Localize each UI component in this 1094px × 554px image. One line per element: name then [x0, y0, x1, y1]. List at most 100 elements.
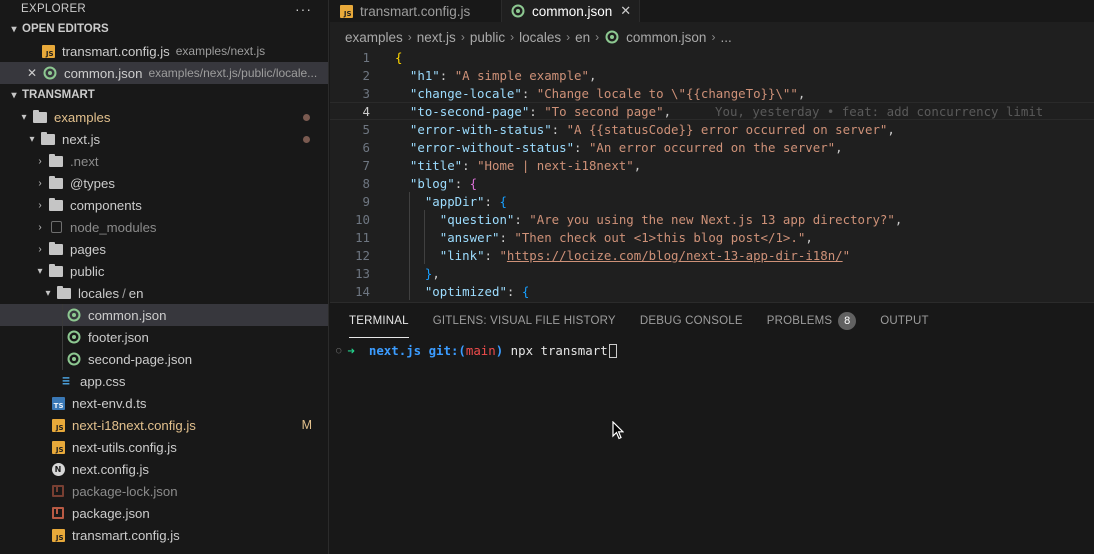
code-line: 3 "change-locale": "Change locale to \"{… — [330, 84, 1094, 102]
code-line: 8 "blog": { — [330, 174, 1094, 192]
breadcrumb-item[interactable]: ... — [720, 30, 731, 45]
tab-gitlens-history[interactable]: GITLENS: VISUAL FILE HISTORY — [433, 303, 616, 338]
line-number: 10 — [355, 211, 370, 227]
tree-label: @types — [70, 175, 115, 191]
tree-folder-locales-en[interactable]: ▾ locales / en — [0, 282, 328, 304]
chevron-right-icon: › — [38, 155, 42, 167]
code-line: 7 "title": "Home | next-i18next", — [330, 156, 1094, 174]
tree-file-i18n-config[interactable]: JS next-i18next.config.js M — [0, 414, 328, 436]
tree-folder-components[interactable]: › components — [0, 194, 328, 216]
js-file-icon: JS — [50, 417, 66, 433]
modified-dot-icon — [303, 113, 310, 121]
close-icon[interactable]: ✕ — [24, 66, 40, 80]
breadcrumb-item[interactable]: next.js — [417, 30, 456, 45]
tree-folder-types[interactable]: › @types — [0, 172, 328, 194]
ts-file-icon: TS — [50, 395, 66, 411]
tree-label: package.json — [72, 505, 150, 521]
breadcrumb-item[interactable]: public — [470, 30, 505, 45]
js-file-icon: JS — [338, 3, 354, 19]
modified-dot-icon — [303, 135, 310, 143]
tree-file-footer-json[interactable]: footer.json — [0, 326, 328, 348]
git-modified-badge: M — [301, 418, 312, 432]
tree-label: .next — [70, 153, 99, 169]
tree-label: en — [128, 285, 144, 301]
tree-file-common-json[interactable]: common.json — [0, 304, 328, 326]
line-number: 4 — [362, 103, 370, 119]
tree-file-transmart-config[interactable]: JS transmart.config.js — [0, 524, 328, 546]
tree-label: footer.json — [88, 329, 149, 345]
tab-problems[interactable]: PROBLEMS 8 — [767, 303, 857, 338]
terminal[interactable]: ○ ➜ next.js git:(main) npx transmart — [330, 338, 1094, 358]
tree-label: pages — [70, 241, 106, 257]
breadcrumb-item[interactable]: examples — [345, 30, 403, 45]
nextjs-icon: N — [50, 461, 66, 477]
breadcrumb-item[interactable]: en — [575, 30, 590, 45]
line-number: 5 — [362, 121, 370, 137]
tab-debug-console[interactable]: DEBUG CONSOLE — [640, 303, 743, 338]
link[interactable]: https://locize.com/blog/next-13-app-dir-… — [507, 248, 843, 263]
folder-icon — [48, 153, 64, 169]
tree-file-package-json[interactable]: package.json — [0, 502, 328, 524]
more-actions-icon[interactable]: ··· — [295, 1, 312, 17]
code-editor[interactable]: 1{ 2 "h1": "A simple example", 3 "change… — [330, 48, 1094, 300]
code-line: 1{ — [330, 48, 1094, 66]
tree-label: next-utils.config.js — [72, 439, 177, 455]
json-file-icon — [66, 351, 82, 367]
tab-output[interactable]: OUTPUT — [880, 303, 928, 338]
tree-folder-public[interactable]: ▾ public — [0, 260, 328, 282]
terminal-cursor — [608, 343, 617, 358]
open-editor-item-active[interactable]: ✕ common.json examples/next.js/public/lo… — [0, 62, 328, 84]
tree-file-second-page-json[interactable]: second-page.json — [0, 348, 328, 370]
tree-file-utils-config[interactable]: JS next-utils.config.js — [0, 436, 328, 458]
code-line: 11 "answer": "Then check out <1>this blo… — [330, 228, 1094, 246]
tree-folder-pages[interactable]: › pages — [0, 238, 328, 260]
close-tab-icon[interactable]: ✕ — [620, 3, 631, 19]
tree-folder-node-modules[interactable]: › node_modules — [0, 216, 328, 238]
breadcrumb-item[interactable]: locales — [519, 30, 561, 45]
indent-guide — [62, 304, 63, 326]
line-number: 13 — [355, 265, 370, 281]
open-editors-header[interactable]: ▾ OPEN EDITORS — [0, 18, 328, 40]
chevron-right-icon: › — [38, 221, 42, 233]
compact-folder-separator: / — [122, 285, 126, 301]
tree-label: next-i18next.config.js — [72, 417, 196, 433]
open-editor-name: transmart.config.js — [62, 43, 170, 59]
tab-terminal[interactable]: TERMINAL — [349, 303, 409, 338]
explorer-title: EXPLORER — [21, 3, 87, 15]
tree-label: node_modules — [70, 219, 157, 235]
chevron-down-icon: ▾ — [11, 89, 17, 101]
folder-icon — [48, 263, 64, 279]
terminal-command: npx transmart — [510, 343, 608, 358]
chevron-right-icon: › — [38, 199, 42, 211]
mouse-cursor-icon — [612, 420, 625, 443]
tree-label: next.js — [62, 131, 101, 147]
line-number: 9 — [362, 193, 370, 209]
tree-folder-nextjs[interactable]: ▾ next.js — [0, 128, 328, 150]
line-number: 14 — [355, 283, 370, 299]
folder-icon — [40, 131, 56, 147]
tab-label: PROBLEMS — [766, 314, 833, 327]
tab-common-json[interactable]: common.json ✕ — [502, 0, 641, 22]
tree-label: common.json — [88, 307, 167, 323]
breadcrumb-item[interactable]: common.json — [626, 30, 706, 45]
tree-file-next-config[interactable]: N next.config.js — [0, 458, 328, 480]
project-header[interactable]: ▾ TRANSMART — [0, 84, 328, 106]
tree-file-next-env[interactable]: TS next-env.d.ts — [0, 392, 328, 414]
tab-transmart-config[interactable]: JS transmart.config.js — [330, 0, 502, 22]
tree-file-package-lock[interactable]: package-lock.json — [0, 480, 328, 502]
tree-folder-examples[interactable]: ▾ examples — [0, 106, 328, 128]
tab-label: transmart.config.js — [360, 3, 471, 19]
js-file-icon: JS — [50, 439, 66, 455]
tree-label: transmart.config.js — [72, 527, 180, 543]
json-file-icon — [66, 329, 82, 345]
folder-icon — [56, 285, 72, 301]
tree-label: package-lock.json — [72, 483, 178, 499]
npm-package-icon — [50, 483, 66, 499]
problems-count-badge: 8 — [838, 311, 857, 330]
open-editor-path: examples/next.js — [175, 44, 266, 58]
tree-file-app-css[interactable]: ≡ app.css — [0, 370, 328, 392]
tree-folder-dotnext[interactable]: › .next — [0, 150, 328, 172]
open-editor-item[interactable]: JS transmart.config.js examples/next.js — [0, 40, 328, 62]
chevron-down-icon: ▾ — [21, 111, 27, 123]
chevron-right-icon: › — [38, 177, 42, 189]
